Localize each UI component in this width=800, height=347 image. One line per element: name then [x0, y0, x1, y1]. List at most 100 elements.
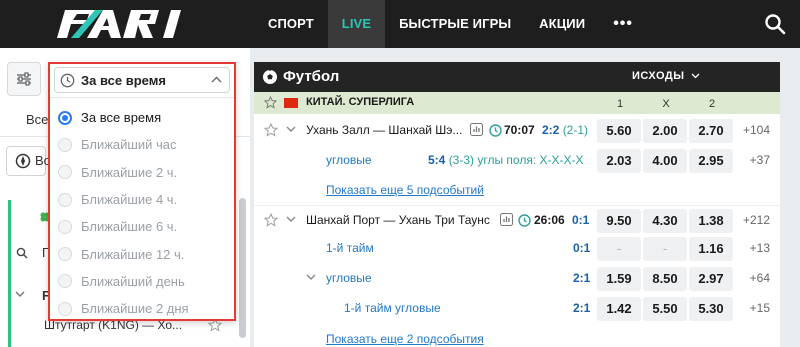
option-label: Ближайшие 12 ч.	[81, 246, 185, 262]
odd-1[interactable]: 9.50	[597, 209, 641, 233]
odd-1[interactable]: 5.60	[597, 119, 641, 143]
radio-button[interactable]	[58, 165, 72, 180]
odd-1[interactable]: 1.42	[597, 297, 641, 321]
sub-event-score: 2:1	[573, 301, 591, 315]
time-option-12h[interactable]: Ближайшие 12 ч.	[58, 240, 228, 267]
chevron-down-icon	[691, 73, 700, 79]
time-filter-dropdown: За все время За все время Ближайший час …	[48, 62, 236, 321]
more-menu-icon[interactable]: •••	[599, 0, 643, 48]
sub-event-name[interactable]: 1-й тайм угловые	[344, 301, 441, 315]
sidebar-compass-pill[interactable]: Во	[6, 146, 51, 176]
odd-x[interactable]: 2.00	[643, 119, 687, 143]
odd-x[interactable]: 8.50	[643, 267, 687, 291]
score-value: 5:4	[428, 153, 446, 167]
time-option-6h[interactable]: Ближайшие 6 ч.	[58, 213, 228, 240]
filter-button[interactable]	[7, 62, 41, 96]
radio-button[interactable]	[58, 301, 72, 316]
more-markets[interactable]: +104	[743, 123, 770, 137]
show-more-link[interactable]: Показать еще 2 подсобытия	[326, 332, 484, 346]
sidebar-all-tab[interactable]: Все	[26, 112, 48, 127]
match-score: 2:2 (2-1)	[542, 123, 588, 137]
stats-icon[interactable]	[500, 213, 513, 226]
more-markets[interactable]: +37	[750, 153, 770, 167]
time-option-2d[interactable]: Ближайшие 2 дня	[58, 295, 228, 322]
favorite-star-icon[interactable]	[264, 96, 277, 109]
radio-button[interactable]	[58, 219, 72, 234]
chevron-down-icon[interactable]	[15, 291, 25, 298]
show-more-link[interactable]: Показать еще 5 подсобытий	[326, 183, 484, 197]
odd-x: -	[643, 237, 687, 261]
search-icon[interactable]	[764, 13, 786, 35]
time-filter-select[interactable]: За все время	[54, 67, 230, 93]
match-name[interactable]: Ухань Залл — Шанхай Шэ...	[306, 123, 462, 137]
option-label: Ближайшие 6 ч.	[81, 219, 178, 235]
league-name: КИТАЙ. СУПЕРЛИГА	[306, 96, 415, 108]
odd-2[interactable]: 2.70	[689, 119, 733, 143]
odd-1[interactable]: 2.03	[597, 149, 641, 173]
dropdown-divider	[50, 97, 234, 98]
odd-1[interactable]: 1.59	[597, 267, 641, 291]
pari-logo[interactable]	[55, 6, 190, 42]
odd-2[interactable]: 2.97	[689, 267, 733, 291]
favorite-star-icon[interactable]	[264, 213, 278, 227]
sub-event-row[interactable]: 1-й тайм угловые 2:1 1.42 5.50 5.30 +15	[254, 295, 780, 323]
odd-2[interactable]: 1.16	[689, 237, 733, 261]
outcomes-select[interactable]: ИСХОДЫ	[632, 70, 700, 82]
radio-button[interactable]	[58, 274, 72, 289]
football-panel: Футбол ИСХОДЫ КИТАЙ. СУПЕРЛИГА 1 X 2 Уха…	[254, 62, 780, 347]
sub-event-name[interactable]: угловые	[326, 271, 372, 285]
more-markets[interactable]: +13	[750, 241, 770, 255]
time-filter-options: За все время Ближайший час Ближайшие 2 ч…	[58, 104, 228, 322]
odd-x[interactable]: 4.30	[643, 209, 687, 233]
nav-promotions[interactable]: АКЦИИ	[525, 0, 599, 48]
odd-x[interactable]: 5.50	[643, 297, 687, 321]
sidebar-scrollbar[interactable]	[239, 198, 246, 338]
chevron-up-icon	[211, 76, 222, 83]
chevron-down-icon[interactable]	[286, 126, 296, 133]
nav-fast-games[interactable]: БЫСТРЫЕ ИГРЫ	[385, 0, 525, 48]
odd-2[interactable]: 2.95	[689, 149, 733, 173]
radio-button[interactable]	[58, 247, 72, 262]
more-markets[interactable]: +64	[750, 271, 770, 285]
radio-button[interactable]	[58, 192, 72, 207]
search-small-icon[interactable]	[16, 247, 28, 259]
odd-2[interactable]: 5.30	[689, 297, 733, 321]
sub-event-name[interactable]: угловые	[326, 153, 372, 167]
radio-button[interactable]	[58, 110, 72, 125]
col-header-x: X	[662, 98, 670, 110]
odd-x[interactable]: 4.00	[643, 149, 687, 173]
sub-event-name[interactable]: 1-й тайм	[326, 241, 374, 255]
active-indicator	[8, 200, 11, 347]
option-label: Ближайшие 2 ч.	[81, 164, 178, 180]
favorite-star-icon[interactable]	[264, 123, 278, 137]
chevron-down-icon[interactable]	[306, 274, 316, 281]
score-detail: (3-3) углы поля: X-X-X-X	[448, 153, 584, 167]
match-row[interactable]: Ухань Залл — Шанхай Шэ... 70:07 2:2 (2-1…	[254, 117, 780, 145]
score-value: 2:2	[542, 123, 560, 137]
radio-button[interactable]	[58, 137, 72, 152]
chevron-down-icon[interactable]	[286, 216, 296, 223]
sub-event-row[interactable]: угловые 5:4 (3-3) углы поля: X-X-X-X 2.0…	[254, 147, 780, 175]
panel-title: Футбол	[283, 68, 340, 85]
sub-event-row[interactable]: 1-й тайм 0:1 - - 1.16 +13	[254, 235, 780, 263]
time-option-1h[interactable]: Ближайший час	[58, 131, 228, 158]
time-option-2h[interactable]: Ближайшие 2 ч.	[58, 159, 228, 186]
nav-live[interactable]: LIVE	[327, 0, 386, 48]
sub-event-row[interactable]: угловые 2:1 1.59 8.50 2.97 +64	[254, 265, 780, 293]
match-row[interactable]: Шанхай Порт — Ухань Три Таунс 26:06 0:1 …	[254, 207, 780, 235]
time-option-1d[interactable]: Ближайший день	[58, 268, 228, 295]
odd-2[interactable]: 1.38	[689, 209, 733, 233]
time-option-all[interactable]: За все время	[58, 104, 228, 131]
match-name[interactable]: Шанхай Порт — Ухань Три Таунс	[306, 213, 490, 227]
time-option-4h[interactable]: Ближайшие 4 ч.	[58, 186, 228, 213]
sliders-icon	[17, 72, 31, 86]
more-markets[interactable]: +15	[750, 301, 770, 315]
stats-icon[interactable]	[470, 123, 483, 136]
football-icon	[263, 70, 277, 84]
main-nav: СПОРТ LIVE БЫСТРЫЕ ИГРЫ АКЦИИ •••	[254, 0, 643, 48]
outcomes-label: ИСХОДЫ	[632, 70, 685, 82]
china-flag-icon	[284, 98, 298, 108]
option-label: Ближайшие 2 дня	[81, 301, 189, 317]
nav-sport[interactable]: СПОРТ	[254, 0, 328, 48]
more-markets[interactable]: +212	[743, 213, 770, 227]
